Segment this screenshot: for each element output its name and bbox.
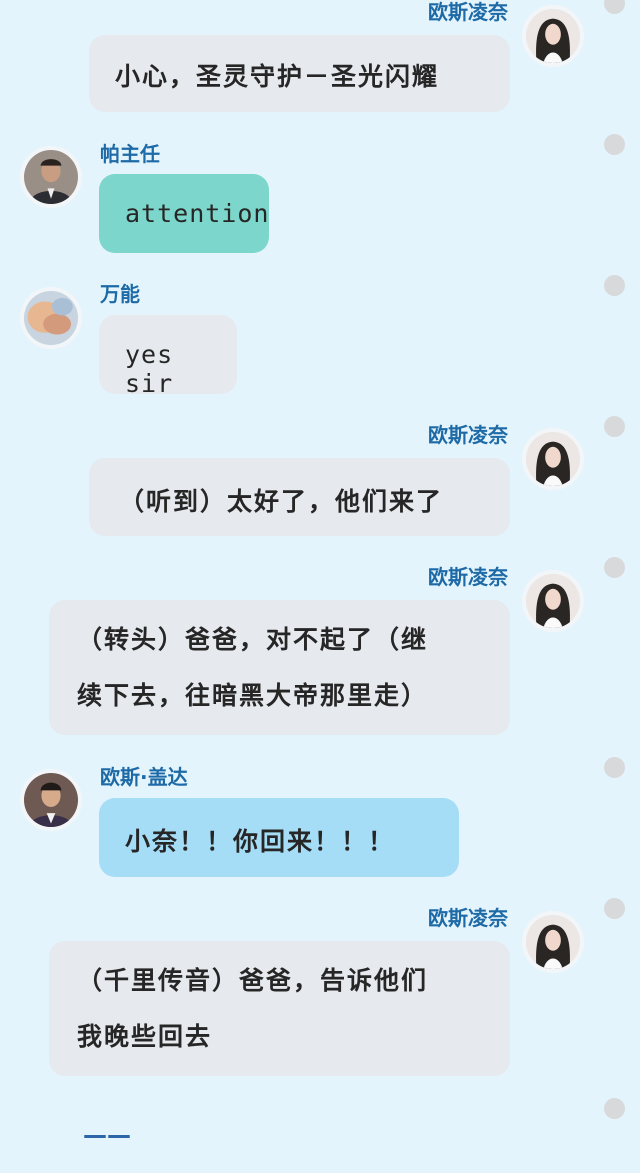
message-text-line: 我晚些回去 [77, 1022, 213, 1051]
timeline-dot [604, 134, 625, 155]
message-bubble: （听到）太好了，他们来了 [89, 458, 510, 536]
abstract-avatar-icon[interactable] [20, 287, 82, 349]
timeline-dot [604, 1098, 625, 1119]
sender-name: 欧斯·盖达 [100, 765, 188, 789]
sender-name: 万能 [100, 282, 140, 306]
message-bubble: attention [99, 174, 269, 253]
sender-name: 帕主任 [100, 142, 160, 166]
message-bubble: （千里传音）爸爸，告诉他们 我晚些回去 [49, 941, 510, 1076]
sender-name: 欧斯凌奈 [428, 0, 508, 24]
continuation-dash: —— [83, 1121, 131, 1149]
message-text: attention [125, 199, 270, 228]
message-text: 小奈！！你回来！！！ [125, 827, 396, 856]
girl-avatar-icon[interactable] [522, 5, 584, 67]
sender-name: 欧斯凌奈 [428, 565, 508, 589]
timeline-dot [604, 557, 625, 578]
sender-name: 欧斯凌奈 [428, 423, 508, 447]
girl-avatar-icon[interactable] [522, 911, 584, 973]
sender-name: 欧斯凌奈 [428, 906, 508, 930]
timeline-dot [604, 757, 625, 778]
timeline-dot [604, 275, 625, 296]
message-bubble: yes sir [99, 315, 237, 398]
girl-avatar-icon[interactable] [522, 428, 584, 490]
timeline-dot [604, 898, 625, 919]
message-bubble: （转头）爸爸，对不起了（继 续下去，往暗黑大帝那里走） [49, 600, 510, 735]
message-bubble: 小奈！！你回来！！！ [99, 798, 459, 877]
message-text: （听到）太好了，他们来了 [119, 487, 444, 516]
timeline-dot [604, 416, 625, 437]
message-text: yes sir [125, 340, 174, 398]
timeline-dot [604, 0, 625, 14]
message-bubble: 小心，圣灵守护－圣光闪耀 [89, 35, 510, 112]
man-avatar-icon[interactable] [20, 769, 82, 831]
message-text-line: （千里传音）爸爸，告诉他们 [77, 966, 429, 995]
message-text: 小心，圣灵守护－圣光闪耀 [115, 62, 440, 91]
man-suit-avatar-icon[interactable] [20, 146, 82, 208]
message-text-line: （转头）爸爸，对不起了（继 [77, 625, 429, 654]
message-text-line: 续下去，往暗黑大帝那里走） [77, 681, 429, 710]
girl-avatar-icon[interactable] [522, 570, 584, 632]
